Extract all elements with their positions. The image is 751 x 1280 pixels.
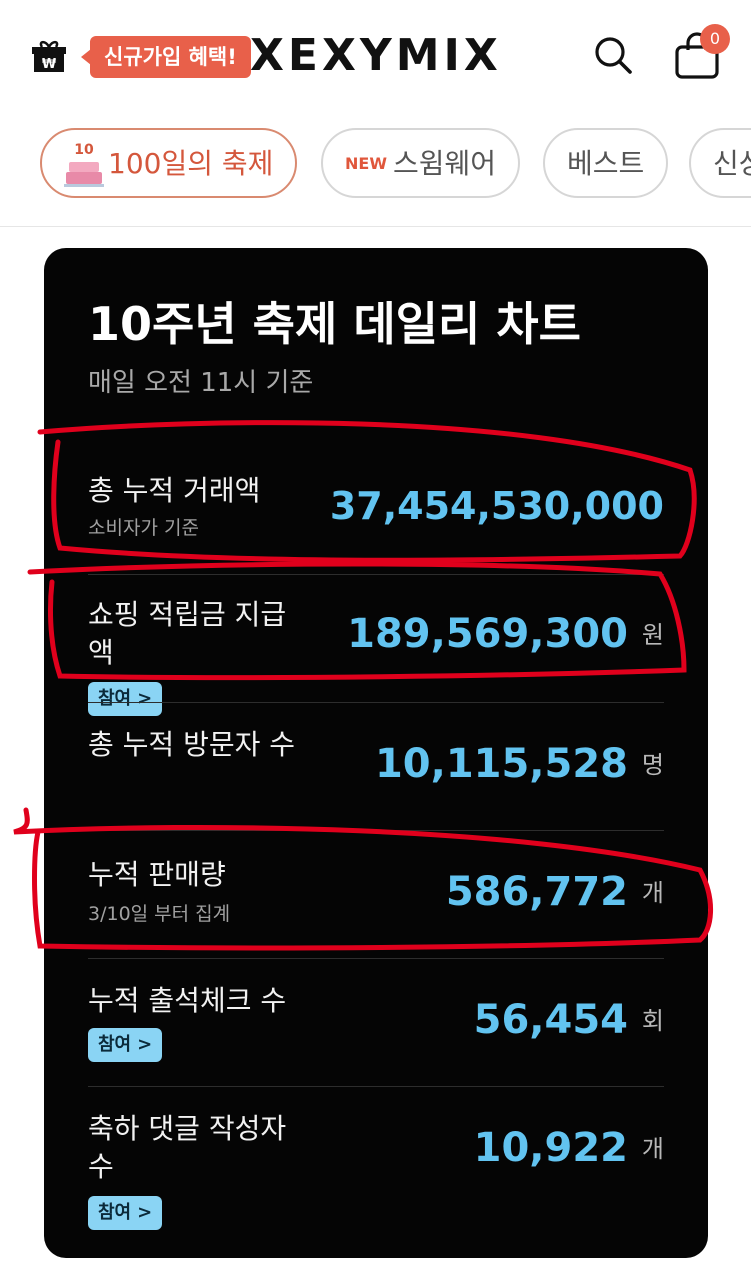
brand-logo[interactable]: XEXYMIX: [250, 30, 502, 82]
stat-note: 3/10일 부터 집계: [88, 903, 231, 925]
join-button[interactable]: 참여 >: [88, 1196, 163, 1230]
row-divider: [88, 830, 664, 831]
stat-unit: 회: [641, 1007, 664, 1035]
stat-value: 586,772: [445, 869, 628, 915]
stat-unit: 개: [641, 1135, 664, 1163]
tab-best[interactable]: 베스트: [543, 128, 669, 198]
header: ₩ 신규가입 혜택! XEXYMIX 0: [0, 0, 751, 112]
row-divider: [88, 574, 664, 575]
stat-label-line2: 수: [88, 1150, 114, 1183]
stat-row-attendance: 누적 출석체크 수 56,454 회 참여 >: [88, 982, 664, 1072]
cart-count-badge: 0: [700, 24, 730, 54]
category-tabs: 10 100일의 축제 NEW 스윔웨어 베스트 신상: [0, 124, 751, 200]
stat-value: 37,454,530,000: [329, 484, 664, 528]
header-divider: [0, 226, 751, 227]
chevron-right-icon: >: [137, 688, 153, 709]
tab-label: 신상: [713, 147, 751, 180]
row-divider: [88, 958, 664, 959]
new-tag: NEW: [345, 154, 387, 173]
row-divider: [88, 702, 664, 703]
tab-new-arrivals[interactable]: 신상: [689, 128, 751, 198]
tab-label: 베스트: [567, 147, 645, 180]
card-subtitle: 매일 오전 11시 기준: [88, 368, 314, 398]
join-button-label: 참여: [98, 688, 132, 709]
stat-label: 누적 출석체크 수: [88, 984, 287, 1017]
stat-label: 총 누적 방문자 수: [88, 728, 296, 761]
stat-label-line1: 축하 댓글 작성자: [88, 1112, 287, 1145]
stat-note: 소비자가 기준: [88, 517, 199, 539]
stat-value: 56,454: [473, 997, 628, 1043]
cake-icon: 10: [64, 142, 104, 187]
stat-label: 총 누적 거래액: [88, 474, 261, 507]
stat-row-comment-authors: 축하 댓글 작성자 수 10,922 개 참여 >: [88, 1110, 664, 1240]
svg-text:₩: ₩: [42, 57, 57, 72]
stat-unit: 명: [641, 751, 664, 779]
chevron-right-icon: >: [137, 1202, 153, 1223]
join-button-label: 참여: [98, 1034, 132, 1055]
stat-label: 누적 판매량: [88, 858, 226, 891]
stat-unit: 개: [641, 879, 664, 907]
join-button[interactable]: 참여 >: [88, 1028, 163, 1062]
stat-label-line2: 액: [88, 636, 114, 669]
stat-value: 10,115,528: [374, 741, 628, 787]
chevron-right-icon: >: [137, 1034, 153, 1055]
card-title: 10주년 축제 데일리 차트: [88, 297, 581, 351]
stat-unit: 원: [641, 621, 664, 649]
row-divider: [88, 1086, 664, 1087]
tab-label: 100일의 축제: [108, 147, 274, 180]
stat-value: 10,922: [473, 1125, 628, 1171]
join-button-label: 참여: [98, 1202, 132, 1223]
tab-100-day-festival[interactable]: 10 100일의 축제: [40, 128, 298, 198]
tab-label: 스윔웨어: [392, 147, 497, 180]
stat-row-shopping-points: 쇼핑 적립금 지급 액 189,569,300 원 참여 >: [88, 596, 664, 716]
stat-row-sales-volume: 누적 판매량 3/10일 부터 집계 586,772 개: [88, 854, 664, 934]
signup-benefit-badge[interactable]: 신규가입 혜택!: [81, 36, 251, 78]
daily-chart-card: 10주년 축제 데일리 차트 매일 오전 11시 기준 총 누적 거래액 소비자…: [44, 248, 708, 1258]
stat-value: 189,569,300: [347, 611, 628, 657]
search-icon[interactable]: [592, 34, 634, 76]
gift-icon[interactable]: ₩: [32, 40, 66, 74]
stat-label-line1: 쇼핑 적립금 지급: [88, 598, 287, 631]
join-button[interactable]: 참여 >: [88, 682, 163, 716]
svg-text:10: 10: [74, 142, 94, 158]
tab-swimwear[interactable]: NEW 스윔웨어: [321, 128, 521, 198]
stat-row-visitors: 총 누적 방문자 수 10,115,528 명: [88, 726, 664, 806]
stat-row-total-sales: 총 누적 거래액 소비자가 기준 37,454,530,000: [88, 470, 664, 550]
